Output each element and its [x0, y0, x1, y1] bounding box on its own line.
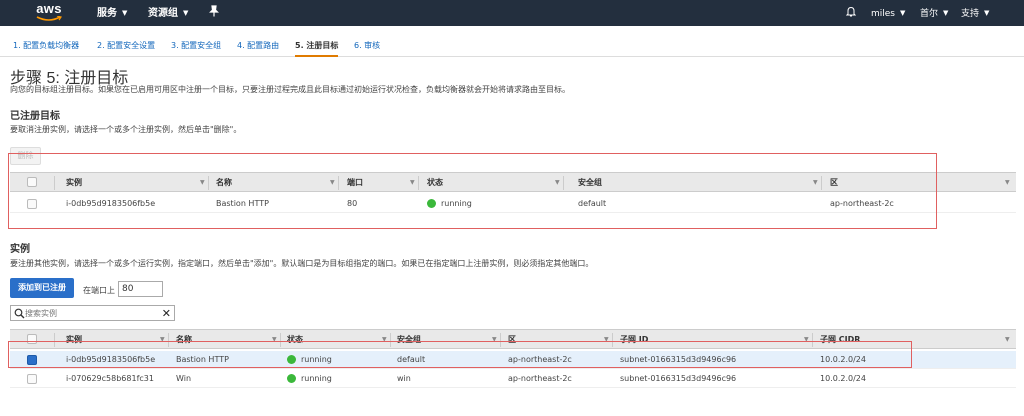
services-label: 服务 [97, 8, 117, 19]
region-label: 首尔 [920, 9, 939, 19]
close-icon[interactable]: ✕ [162, 307, 171, 320]
instance-subnet-id: subnet-0166315d3d9496c96 [620, 374, 737, 383]
port-input[interactable] [118, 281, 163, 297]
support-label: 支持 [961, 9, 980, 19]
table-row[interactable]: i-070629c58b681fc31 Win running win ap-n… [10, 370, 1016, 388]
wizard-steps: 1. 配置负载均衡器 2. 配置安全设置 3. 配置安全组 4. 配置路由 5.… [0, 26, 1024, 57]
chevron-down-icon: ▼ [183, 9, 189, 17]
highlight-box [8, 341, 912, 368]
support-menu[interactable]: 支持 ▼ [961, 0, 989, 26]
instance-status: running [301, 374, 332, 383]
user-label: miles [871, 9, 895, 19]
instance-zone: ap-northeast-2c [508, 374, 572, 383]
sort-icon[interactable]: ▼ [1005, 336, 1010, 343]
page-description: 向您的目标组注册目标。如果您在已启用可用区中注册一个目标，只要注册过程完成且此目… [10, 85, 570, 94]
aws-logo[interactable]: aws [34, 2, 64, 24]
resource-groups-menu[interactable]: 资源组 ▼ [148, 0, 188, 26]
step-review[interactable]: 6. 审核 [354, 40, 380, 51]
highlight-box [8, 153, 937, 229]
chevron-down-icon: ▼ [943, 9, 949, 17]
registered-targets-heading: 已注册目标 [10, 111, 60, 122]
row-checkbox[interactable] [27, 373, 37, 384]
user-menu[interactable]: miles ▼ [871, 0, 905, 26]
resource-groups-label: 资源组 [148, 8, 178, 19]
search-box: ✕ [10, 305, 175, 321]
logo-text: aws [36, 1, 62, 16]
instance-security-group: win [397, 374, 411, 383]
step-security-groups[interactable]: 3. 配置安全组 [171, 40, 221, 51]
instances-heading: 实例 [10, 244, 30, 255]
pin-icon[interactable] [209, 0, 219, 26]
instance-id: i-070629c58b681fc31 [66, 374, 154, 383]
registered-targets-description: 要取消注册实例，请选择一个或多个注册实例，然后单击"删除"。 [10, 125, 242, 134]
step-security-settings[interactable]: 2. 配置安全设置 [97, 40, 155, 51]
instances-description: 要注册其他实例，请选择一个或多个运行实例，指定端口，然后单击"添加"。默认端口是… [10, 259, 594, 268]
chevron-down-icon: ▼ [122, 9, 128, 17]
search-input[interactable] [25, 307, 155, 319]
add-to-registered-button[interactable]: 添加到已注册 [10, 278, 74, 298]
instance-name: Win [176, 374, 192, 383]
notification-bell-icon[interactable] [845, 0, 857, 26]
search-icon [14, 308, 25, 319]
step-configure-lb[interactable]: 1. 配置负载均衡器 [13, 40, 79, 51]
sort-icon[interactable]: ▼ [1005, 179, 1010, 186]
step-register-targets[interactable]: 5. 注册目标 [295, 40, 339, 57]
instance-subnet-cidr: 10.0.2.0/24 [820, 374, 866, 383]
services-menu[interactable]: 服务 ▼ [97, 0, 127, 26]
top-nav: aws 服务 ▼ 资源组 ▼ miles ▼ 首尔 ▼ 支持 ▼ [0, 0, 1024, 26]
port-label: 在端口上 [83, 286, 115, 295]
step-routing[interactable]: 4. 配置路由 [237, 40, 279, 51]
region-menu[interactable]: 首尔 ▼ [920, 0, 948, 26]
running-status-icon [287, 374, 296, 383]
logo-smile-icon [36, 16, 62, 21]
chevron-down-icon: ▼ [900, 9, 906, 17]
chevron-down-icon: ▼ [984, 9, 990, 17]
